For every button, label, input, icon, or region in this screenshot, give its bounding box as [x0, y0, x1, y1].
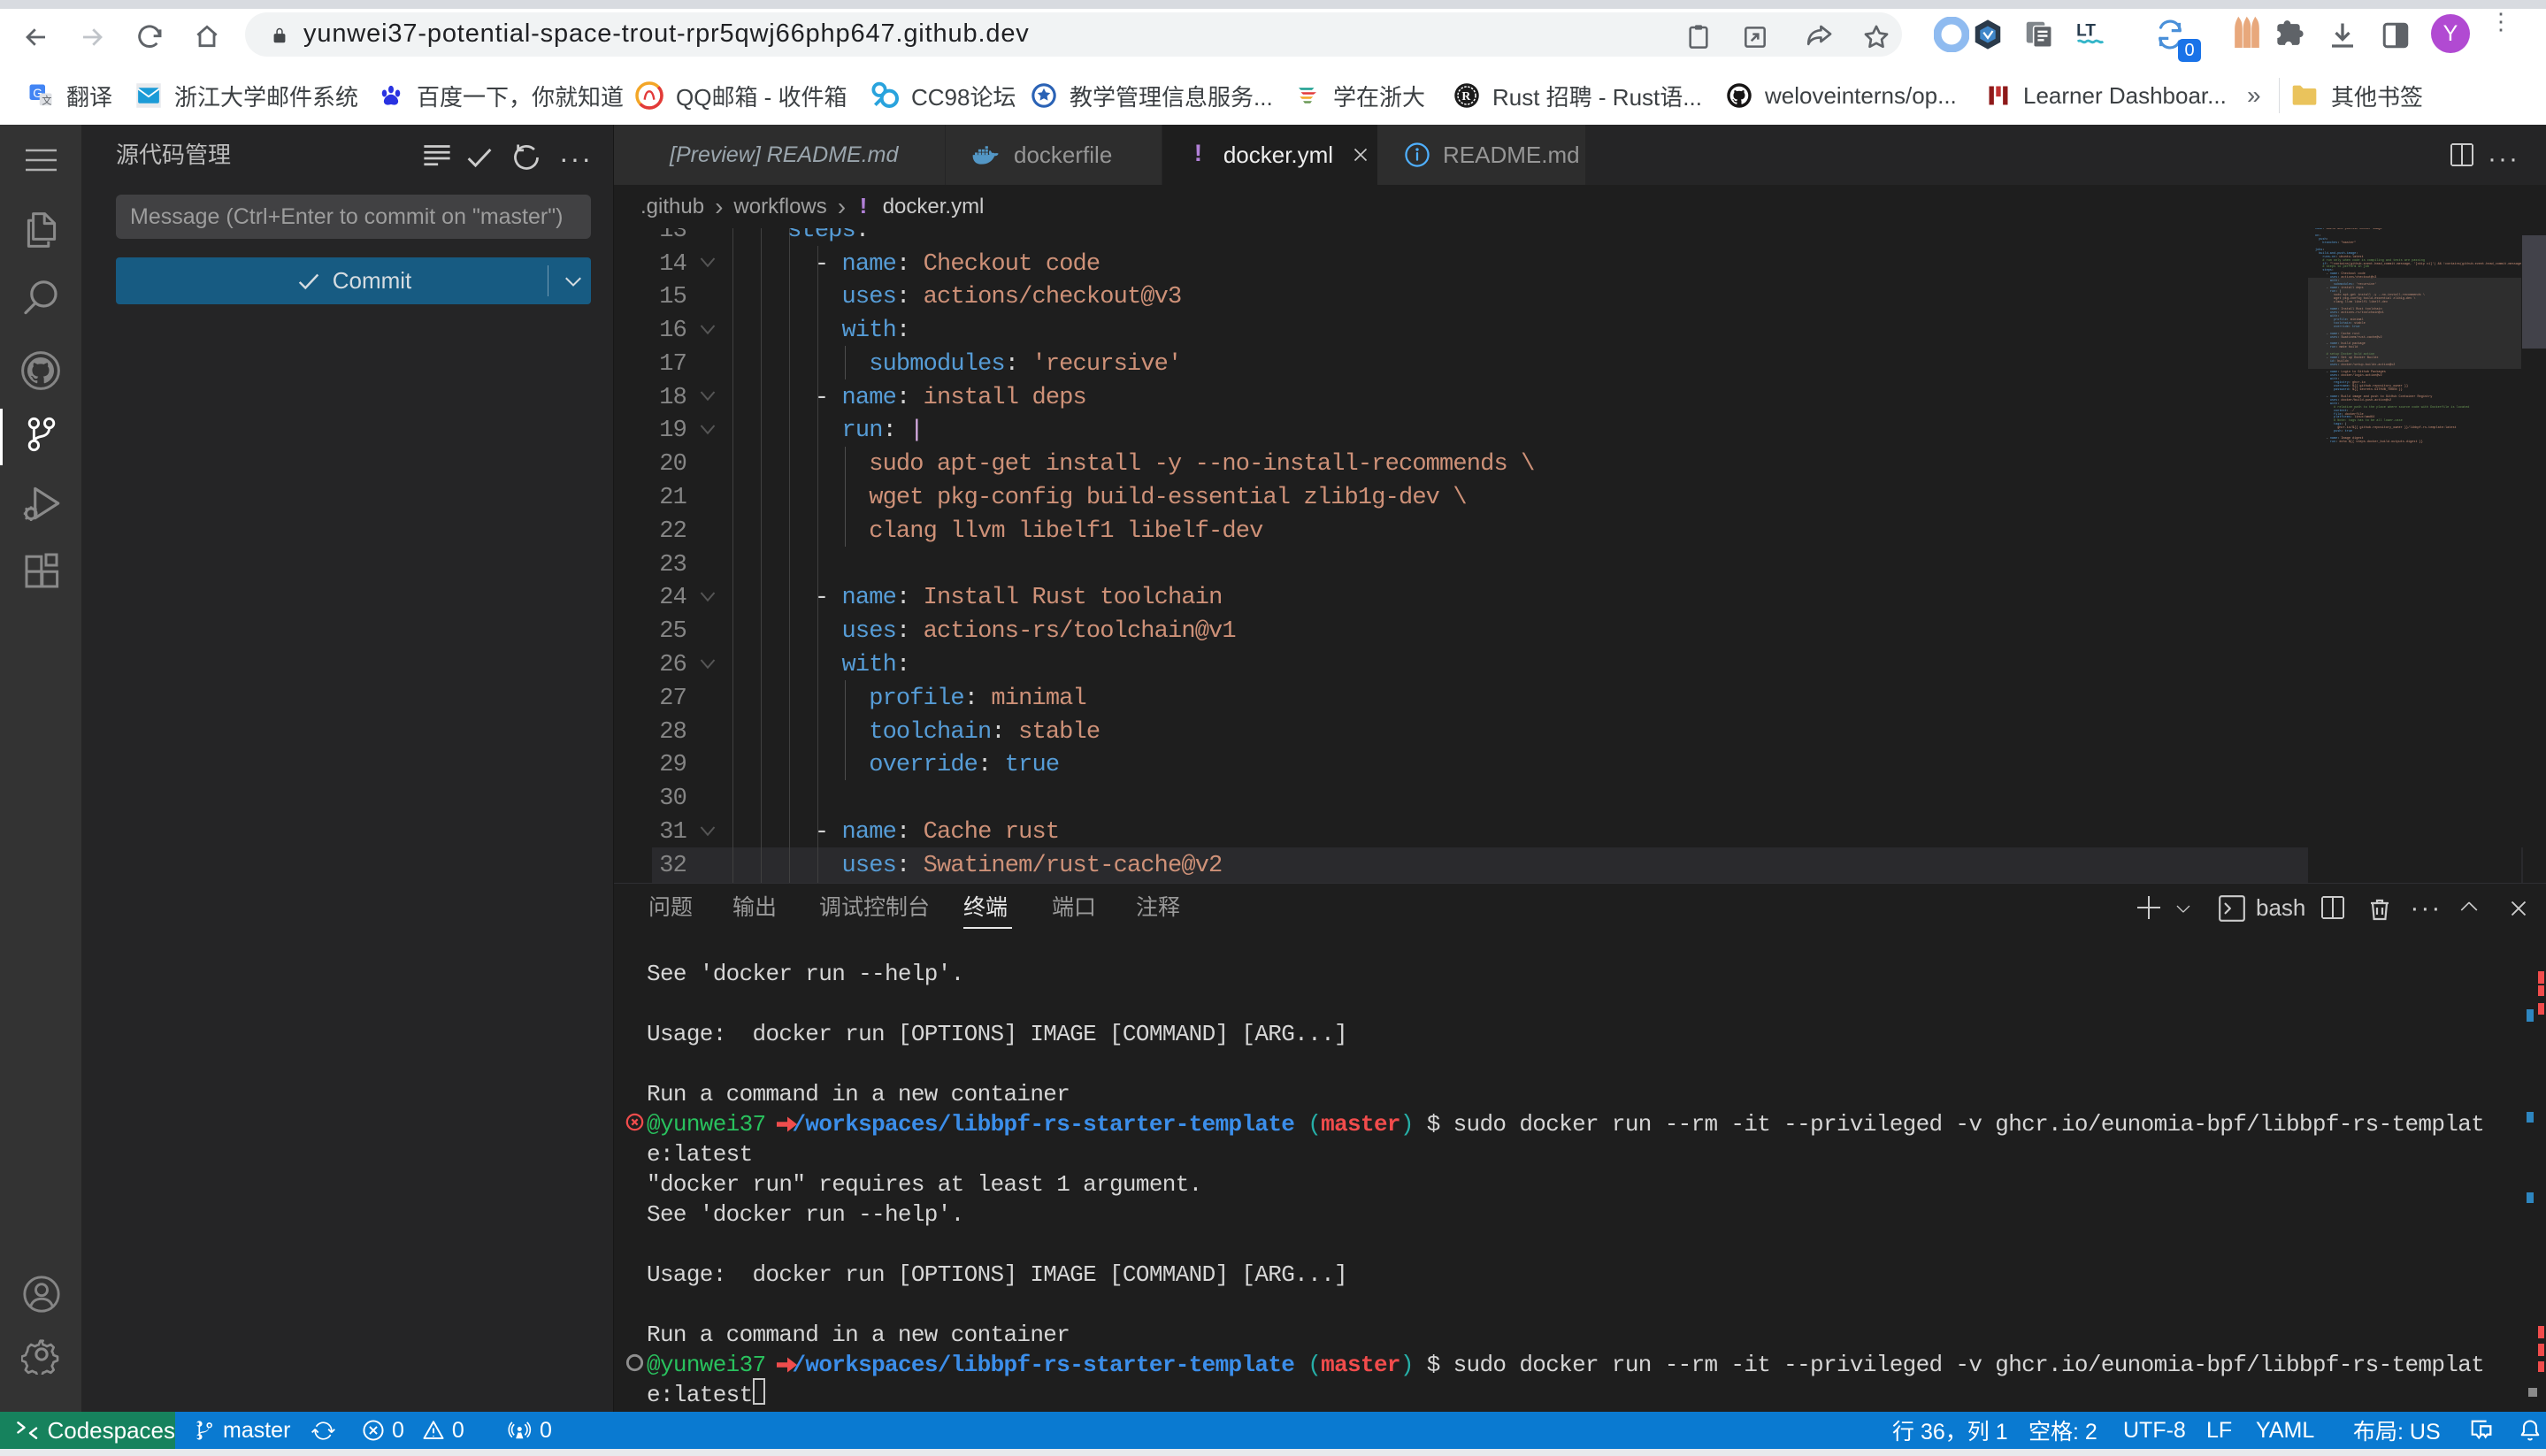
svg-text:文: 文 — [42, 94, 51, 106]
svg-text:R: R — [1461, 89, 1471, 103]
svg-text:LT: LT — [2076, 22, 2096, 41]
